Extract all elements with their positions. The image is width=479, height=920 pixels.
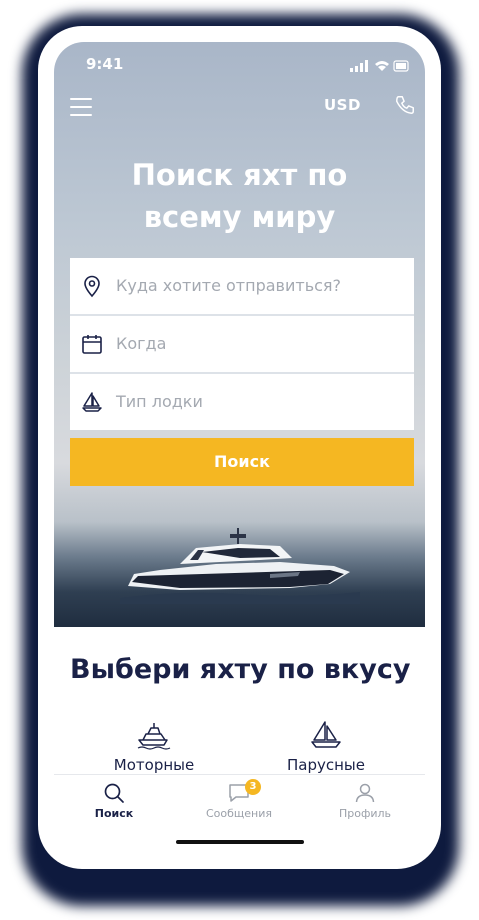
title-line-2: всему миру [143, 200, 336, 234]
title-line-1: Поиск яхт по [131, 158, 348, 192]
device-frame: 9:41 USD Поиск яхт по всему миру Куда хо… [38, 26, 441, 869]
search-form: Куда хотите отправиться? Когда Тип лодки [70, 258, 414, 486]
sailboat-icon [311, 721, 341, 748]
messages-badge: 3 [245, 779, 261, 795]
yacht-image [120, 528, 360, 604]
page-title: Поиск яхт по всему миру [54, 154, 425, 238]
phone-icon[interactable] [394, 94, 416, 116]
app-screen: 9:41 USD Поиск яхт по всему миру Куда хо… [54, 42, 425, 853]
sailboat-icon [82, 392, 102, 412]
tab-messages-label: Сообщения [205, 807, 272, 820]
search-icon [104, 783, 124, 803]
user-icon [355, 783, 375, 803]
date-placeholder: Когда [116, 334, 167, 353]
currency-selector[interactable]: USD [324, 96, 361, 114]
category-sail-label: Парусные [287, 756, 365, 774]
status-icons [350, 60, 409, 72]
boat-type-field[interactable]: Тип лодки [70, 374, 414, 430]
status-time: 9:41 [86, 55, 124, 73]
search-button[interactable]: Поиск [70, 438, 414, 486]
home-indicator [176, 840, 304, 844]
location-pin-icon [84, 275, 100, 298]
category-motor[interactable]: Моторные [94, 720, 214, 774]
category-sail[interactable]: Парусные [266, 720, 386, 774]
boat-type-placeholder: Тип лодки [116, 392, 203, 411]
tab-bar: Поиск 3 Сообщения Профиль [54, 774, 425, 853]
destination-placeholder: Куда хотите отправиться? [116, 276, 342, 295]
tab-search[interactable]: Поиск [54, 781, 174, 820]
status-bar: 9:41 [54, 42, 425, 86]
calendar-icon [82, 335, 102, 354]
section-title: Выбери яхту по вкусу [70, 654, 411, 685]
tab-profile[interactable]: Профиль [305, 781, 425, 820]
tab-messages[interactable]: 3 Сообщения [179, 779, 299, 820]
tab-search-label: Поиск [94, 807, 134, 820]
category-motor-label: Моторные [113, 756, 195, 774]
motor-yacht-icon [137, 723, 171, 750]
date-field[interactable]: Когда [70, 316, 414, 374]
tab-profile-label: Профиль [338, 807, 392, 820]
destination-field[interactable]: Куда хотите отправиться? [70, 258, 414, 316]
menu-icon[interactable] [70, 98, 92, 116]
